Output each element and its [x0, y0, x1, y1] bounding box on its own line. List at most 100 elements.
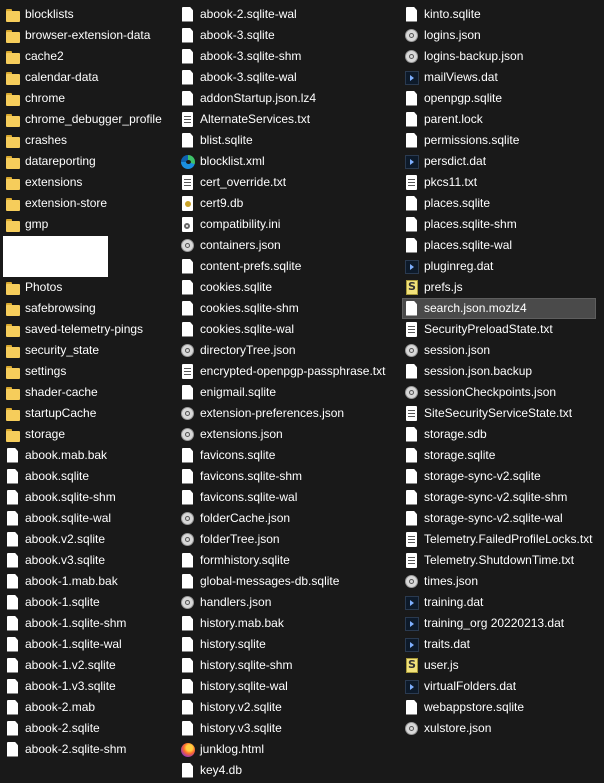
file-item[interactable]: storage-sync-v2.sqlite-wal [402, 508, 596, 529]
file-item[interactable]: folderCache.json [178, 508, 398, 529]
folder-item[interactable]: calendar-data [3, 67, 175, 88]
file-item[interactable]: blist.sqlite [178, 130, 398, 151]
file-item[interactable]: history.mab.bak [178, 613, 398, 634]
file-item[interactable]: folderTree.json [178, 529, 398, 550]
file-item[interactable]: abook.mab.bak [3, 445, 175, 466]
folder-item[interactable]: extensions [3, 172, 175, 193]
file-item[interactable]: abook-2.sqlite [3, 718, 175, 739]
file-item[interactable]: blocklist.xml [178, 151, 398, 172]
file-item[interactable]: logins-backup.json [402, 46, 596, 67]
file-item[interactable]: kinto.sqlite [402, 4, 596, 25]
file-item[interactable]: abook.sqlite [3, 466, 175, 487]
folder-item[interactable]: safebrowsing [3, 298, 175, 319]
file-item[interactable]: content-prefs.sqlite [178, 256, 398, 277]
file-item[interactable]: enigmail.sqlite [178, 382, 398, 403]
file-item[interactable]: abook-2.mab [3, 697, 175, 718]
file-item[interactable]: compatibility.ini [178, 214, 398, 235]
file-item[interactable]: history.sqlite-wal [178, 676, 398, 697]
file-item[interactable]: abook-3.sqlite [178, 25, 398, 46]
file-item[interactable]: logins.json [402, 25, 596, 46]
file-item[interactable]: abook-2.sqlite-shm [3, 739, 175, 760]
file-item[interactable]: cookies.sqlite [178, 277, 398, 298]
folder-item[interactable]: storage [3, 424, 175, 445]
file-item[interactable]: abook-1.v3.sqlite [3, 676, 175, 697]
folder-item[interactable]: chrome_debugger_profile [3, 109, 175, 130]
file-item[interactable]: session.json [402, 340, 596, 361]
file-item[interactable]: abook.v3.sqlite [3, 550, 175, 571]
file-item[interactable]: pkcs11.txt [402, 172, 596, 193]
file-item[interactable]: places.sqlite-wal [402, 235, 596, 256]
file-item[interactable]: persdict.dat [402, 151, 596, 172]
file-item[interactable]: abook.v2.sqlite [3, 529, 175, 550]
file-item[interactable]: storage.sqlite [402, 445, 596, 466]
file-item[interactable]: extension-preferences.json [178, 403, 398, 424]
file-item[interactable]: abook-2.sqlite-wal [178, 4, 398, 25]
file-item[interactable]: SecurityPreloadState.txt [402, 319, 596, 340]
file-item[interactable]: history.v3.sqlite [178, 718, 398, 739]
folder-item[interactable]: saved-telemetry-pings [3, 319, 175, 340]
file-item[interactable]: virtualFolders.dat [402, 676, 596, 697]
file-item[interactable]: favicons.sqlite [178, 445, 398, 466]
file-item[interactable]: global-messages-db.sqlite [178, 571, 398, 592]
file-item[interactable]: traits.dat [402, 634, 596, 655]
file-item[interactable]: formhistory.sqlite [178, 550, 398, 571]
file-item[interactable]: storage-sync-v2.sqlite [402, 466, 596, 487]
file-item[interactable]: xulstore.json [402, 718, 596, 739]
file-item[interactable]: session.json.backup [402, 361, 596, 382]
folder-item[interactable]: chrome [3, 88, 175, 109]
file-item[interactable]: abook-1.sqlite-wal [3, 634, 175, 655]
file-item[interactable]: favicons.sqlite-wal [178, 487, 398, 508]
file-item[interactable]: search.json.mozlz4 [402, 298, 596, 319]
folder-item[interactable]: crashes [3, 130, 175, 151]
folder-item[interactable]: security_state [3, 340, 175, 361]
file-item[interactable]: training.dat [402, 592, 596, 613]
file-item[interactable]: mailViews.dat [402, 67, 596, 88]
file-item[interactable]: abook-1.v2.sqlite [3, 655, 175, 676]
file-item[interactable]: storage.sdb [402, 424, 596, 445]
file-item[interactable]: pluginreg.dat [402, 256, 596, 277]
folder-item[interactable]: startupCache [3, 403, 175, 424]
file-item[interactable]: history.sqlite-shm [178, 655, 398, 676]
file-item[interactable]: sessionCheckpoints.json [402, 382, 596, 403]
file-item[interactable]: abook-1.sqlite [3, 592, 175, 613]
file-item[interactable]: Telemetry.FailedProfileLocks.txt [402, 529, 596, 550]
file-item[interactable]: abook-1.sqlite-shm [3, 613, 175, 634]
file-item[interactable]: junklog.html [178, 739, 398, 760]
file-item[interactable]: directoryTree.json [178, 340, 398, 361]
file-item[interactable]: cert9.db [178, 193, 398, 214]
file-item[interactable]: abook-3.sqlite-wal [178, 67, 398, 88]
folder-item[interactable]: gmp [3, 214, 175, 235]
file-item[interactable]: training_org 20220213.dat [402, 613, 596, 634]
file-item[interactable]: encrypted-openpgp-passphrase.txt [178, 361, 398, 382]
file-item[interactable]: places.sqlite [402, 193, 596, 214]
file-item[interactable]: favicons.sqlite-shm [178, 466, 398, 487]
file-item[interactable]: handlers.json [178, 592, 398, 613]
file-item[interactable]: cookies.sqlite-shm [178, 298, 398, 319]
file-item[interactable]: SiteSecurityServiceState.txt [402, 403, 596, 424]
file-item[interactable]: history.v2.sqlite [178, 697, 398, 718]
folder-item[interactable]: cache2 [3, 46, 175, 67]
folder-item[interactable]: extension-store [3, 193, 175, 214]
file-item[interactable]: abook.sqlite-wal [3, 508, 175, 529]
file-item[interactable]: places.sqlite-shm [402, 214, 596, 235]
file-item[interactable]: addonStartup.json.lz4 [178, 88, 398, 109]
file-item[interactable]: cookies.sqlite-wal [178, 319, 398, 340]
file-item[interactable]: prefs.js [402, 277, 596, 298]
file-item[interactable]: permissions.sqlite [402, 130, 596, 151]
file-item[interactable]: times.json [402, 571, 596, 592]
file-item[interactable]: containers.json [178, 235, 398, 256]
folder-item[interactable]: datareporting [3, 151, 175, 172]
file-item[interactable]: key4.db [178, 760, 398, 781]
file-item[interactable]: parent.lock [402, 109, 596, 130]
file-item[interactable]: abook-1.mab.bak [3, 571, 175, 592]
file-item[interactable]: history.sqlite [178, 634, 398, 655]
folder-item[interactable]: shader-cache [3, 382, 175, 403]
file-item[interactable]: cert_override.txt [178, 172, 398, 193]
folder-item[interactable]: settings [3, 361, 175, 382]
folder-item[interactable]: Photos [3, 277, 175, 298]
file-item[interactable]: openpgp.sqlite [402, 88, 596, 109]
folder-item[interactable]: browser-extension-data [3, 25, 175, 46]
file-item[interactable]: Telemetry.ShutdownTime.txt [402, 550, 596, 571]
file-item[interactable]: abook-3.sqlite-shm [178, 46, 398, 67]
file-item[interactable]: AlternateServices.txt [178, 109, 398, 130]
